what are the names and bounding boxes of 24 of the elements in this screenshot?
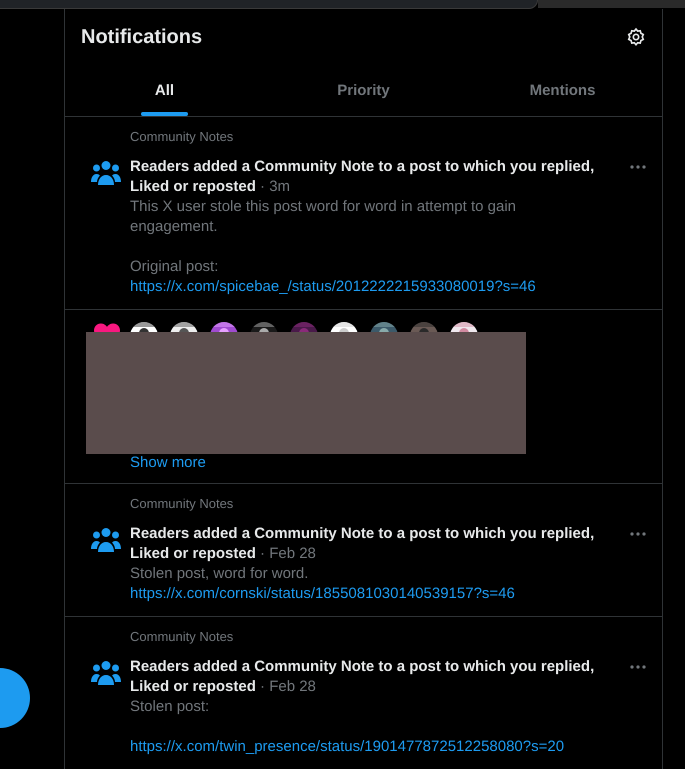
post-link[interactable]: https://x.com/cornski/status/1855081030140539157?s=46	[130, 584, 515, 604]
settings-icon[interactable]	[626, 27, 646, 47]
tab[interactable]: All	[65, 65, 264, 116]
category-label: Community Notes	[130, 629, 234, 645]
people-icon	[91, 660, 121, 686]
people-icon	[91, 160, 121, 186]
tab[interactable]: Priority	[264, 65, 463, 116]
notification-title: Readers added a Community Note to a post to which you replied, Liked or reposted · Feb 28	[130, 524, 596, 564]
note-text: This X user stole this post word for word in attempt to gain engagement. Original post: https://x.com/spicebae_/status/2012222215933080019?s=46	[130, 197, 537, 297]
people-icon	[91, 527, 121, 553]
more-icon[interactable]	[630, 665, 646, 669]
category-label: Community Notes	[130, 496, 234, 512]
more-icon[interactable]	[630, 532, 646, 536]
notification-title: Readers added a Community Note to a post to which you replied, Liked or reposted · 3m	[130, 157, 596, 197]
note-text: Stolen post: https://x.com/twin_presence/status/1901477872512258080?s=20	[130, 697, 566, 757]
show-more-link[interactable]: Show more	[130, 453, 206, 473]
notification-title: Readers added a Community Note to a post to which you replied, Liked or reposted · Feb 28	[130, 657, 596, 697]
note-text: Stolen post, word for word. https://x.com/cornski/status/1855081030140539157?s=46	[130, 564, 516, 604]
post-link[interactable]: https://x.com/twin_presence/status/1901477872512258080?s=20	[130, 737, 564, 757]
tab[interactable]: Mentions	[463, 65, 662, 116]
post-link[interactable]: https://x.com/spicebae_/status/2012222215933080019?s=46	[130, 277, 536, 297]
category-label: Community Notes	[130, 129, 234, 145]
more-icon[interactable]	[630, 165, 646, 169]
page-title: Notifications	[81, 26, 202, 48]
